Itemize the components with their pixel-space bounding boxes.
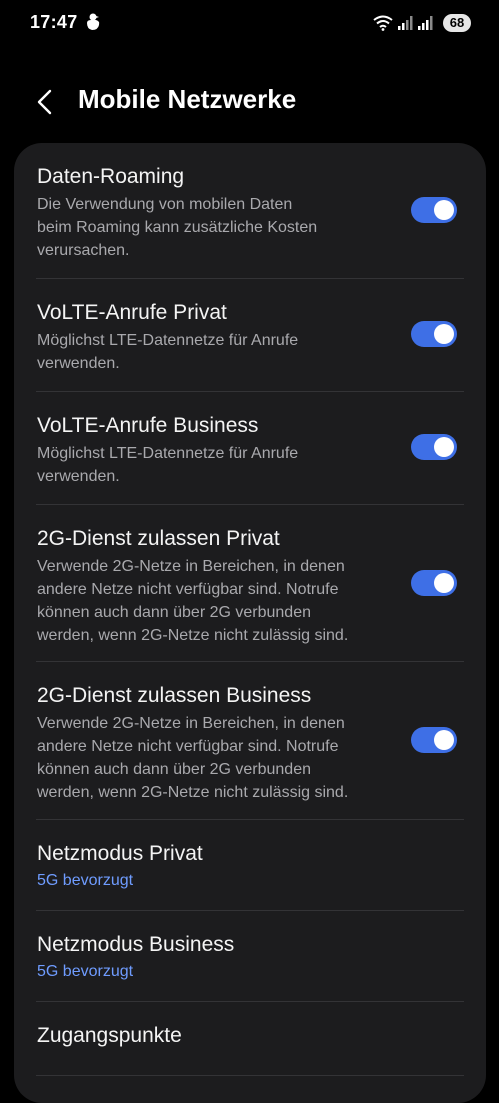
- toggle-knob: [434, 200, 454, 220]
- toggle-knob: [434, 730, 454, 750]
- setting-volte-business[interactable]: VoLTE-Anrufe Business Möglichst LTE-Date…: [14, 392, 486, 504]
- setting-description: Möglichst LTE-Datennetze für Anrufe verw…: [37, 329, 357, 375]
- setting-description: Die Verwendung von mobilen Daten beim Ro…: [37, 193, 357, 262]
- desc-line: können auch dann über 2G verbunden: [37, 761, 311, 778]
- desc-line: können auch dann über 2G verbunden: [37, 604, 311, 621]
- setting-title: 2G-Dienst zulassen Business: [37, 684, 312, 707]
- desc-line: werden, wenn 2G-Netze nicht zulässig sin…: [37, 627, 349, 644]
- 2g-business-toggle[interactable]: [411, 727, 457, 753]
- setting-title: 2G-Dienst zulassen Privat: [37, 527, 280, 550]
- setting-description: Verwende 2G-Netze in Bereichen, in denen…: [37, 712, 357, 804]
- wifi-icon: [373, 15, 393, 31]
- setting-title: Daten-Roaming: [37, 165, 185, 188]
- signal-1-icon: [397, 15, 413, 31]
- status-icons: 68: [373, 12, 471, 34]
- desc-line: Verwende 2G-Netze in Bereichen, in denen: [37, 715, 345, 732]
- header: Mobile Netzwerke: [0, 70, 499, 134]
- toggle-knob: [434, 573, 454, 593]
- status-bar: 17:47 68: [0, 0, 499, 46]
- back-button[interactable]: [28, 84, 64, 120]
- divider: [36, 1075, 464, 1076]
- setting-description: Verwende 2G-Netze in Bereichen, in denen…: [37, 555, 357, 647]
- desc-line: Verwende 2G-Netze in Bereichen, in denen: [37, 558, 345, 575]
- setting-network-mode-private[interactable]: Netzmodus Privat 5G bevorzugt: [14, 820, 486, 910]
- setting-access-points[interactable]: Zugangspunkte: [14, 1002, 486, 1074]
- 2g-private-toggle[interactable]: [411, 570, 457, 596]
- setting-title: VoLTE-Anrufe Business: [37, 414, 259, 437]
- setting-value: 5G bevorzugt: [37, 963, 134, 980]
- toggle-knob: [434, 437, 454, 457]
- volte-private-toggle[interactable]: [411, 321, 457, 347]
- volte-business-toggle[interactable]: [411, 434, 457, 460]
- setting-2g-business[interactable]: 2G-Dienst zulassen Business Verwende 2G-…: [14, 662, 486, 819]
- setting-description: Möglichst LTE-Datennetze für Anrufe verw…: [37, 442, 357, 488]
- desc-line: verwenden.: [37, 355, 120, 372]
- data-roaming-toggle[interactable]: [411, 197, 457, 223]
- page-title: Mobile Netzwerke: [78, 84, 297, 114]
- settings-card: Daten-Roaming Die Verwendung von mobilen…: [14, 143, 486, 1103]
- setting-network-mode-business[interactable]: Netzmodus Business 5G bevorzugt: [14, 911, 486, 1001]
- desc-line: andere Netze nicht verfügbar sind. Notru…: [37, 738, 339, 755]
- setting-volte-private[interactable]: VoLTE-Anrufe Privat Möglichst LTE-Datenn…: [14, 279, 486, 391]
- battery-indicator: 68: [443, 14, 471, 32]
- desc-line: Möglichst LTE-Datennetze für Anrufe: [37, 332, 299, 349]
- desc-line: Die Verwendung von mobilen Daten: [37, 196, 293, 213]
- signal-2-icon: [417, 15, 433, 31]
- toggle-knob: [434, 324, 454, 344]
- setting-title: Netzmodus Business: [37, 933, 235, 956]
- setting-value: 5G bevorzugt: [37, 872, 134, 889]
- duck-icon: [84, 12, 102, 32]
- desc-line: Möglichst LTE-Datennetze für Anrufe: [37, 445, 299, 462]
- desc-line: andere Netze nicht verfügbar sind. Notru…: [37, 581, 339, 598]
- setting-2g-private[interactable]: 2G-Dienst zulassen Privat Verwende 2G-Ne…: [14, 505, 486, 661]
- setting-title: VoLTE-Anrufe Privat: [37, 301, 227, 324]
- desc-line: verursachen.: [37, 242, 130, 259]
- setting-title: Zugangspunkte: [37, 1024, 182, 1047]
- setting-title: Netzmodus Privat: [37, 842, 203, 865]
- setting-data-roaming[interactable]: Daten-Roaming Die Verwendung von mobilen…: [14, 143, 486, 278]
- desc-line: beim Roaming kann zusätzliche Kosten: [37, 219, 318, 236]
- desc-line: verwenden.: [37, 468, 120, 485]
- desc-line: werden, wenn 2G-Netze nicht zulässig sin…: [37, 784, 349, 801]
- status-time: 17:47: [30, 12, 78, 32]
- chevron-left-icon: [28, 89, 64, 124]
